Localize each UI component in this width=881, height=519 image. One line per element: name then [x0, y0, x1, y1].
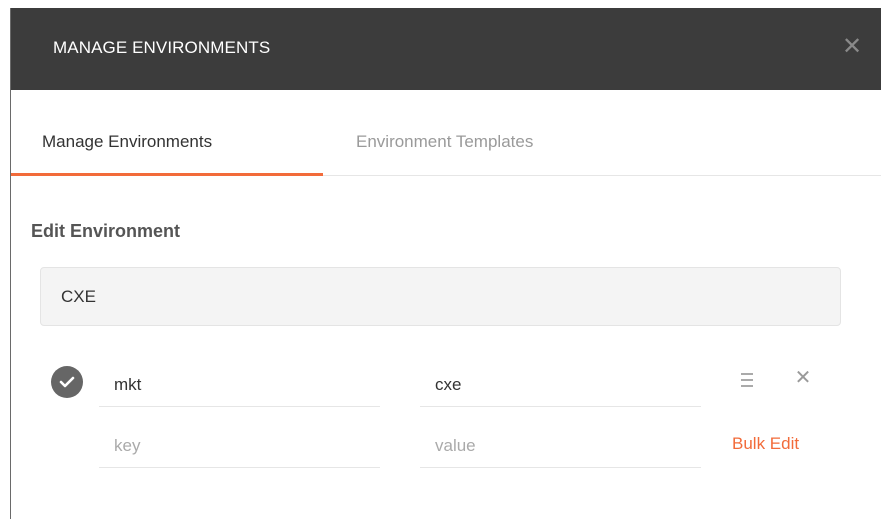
section-title: Edit Environment	[31, 221, 181, 241]
variable-key-input[interactable]	[99, 363, 380, 407]
tab-manage-environments[interactable]: Manage Environments	[42, 132, 212, 152]
delete-variable-icon[interactable]: ✕	[794, 368, 812, 388]
variable-value-input[interactable]	[420, 363, 701, 407]
tab-bar: Manage Environments Environment Template…	[11, 90, 881, 176]
bulk-edit-link[interactable]: Bulk Edit	[732, 434, 799, 454]
modal-header: MANAGE ENVIRONMENTS ✕	[11, 8, 881, 90]
drag-handle-icon[interactable]	[741, 373, 753, 387]
modal-title: MANAGE ENVIRONMENTS	[53, 38, 271, 57]
checkmark-icon	[59, 376, 75, 388]
tab-environment-templates[interactable]: Environment Templates	[356, 132, 533, 152]
environment-name-input[interactable]	[40, 267, 841, 326]
active-tab-indicator	[11, 173, 323, 176]
new-key-input[interactable]	[99, 424, 380, 468]
close-icon[interactable]: ✕	[841, 35, 863, 59]
variable-enabled-checkbox[interactable]	[51, 366, 83, 398]
new-value-input[interactable]	[420, 424, 701, 468]
